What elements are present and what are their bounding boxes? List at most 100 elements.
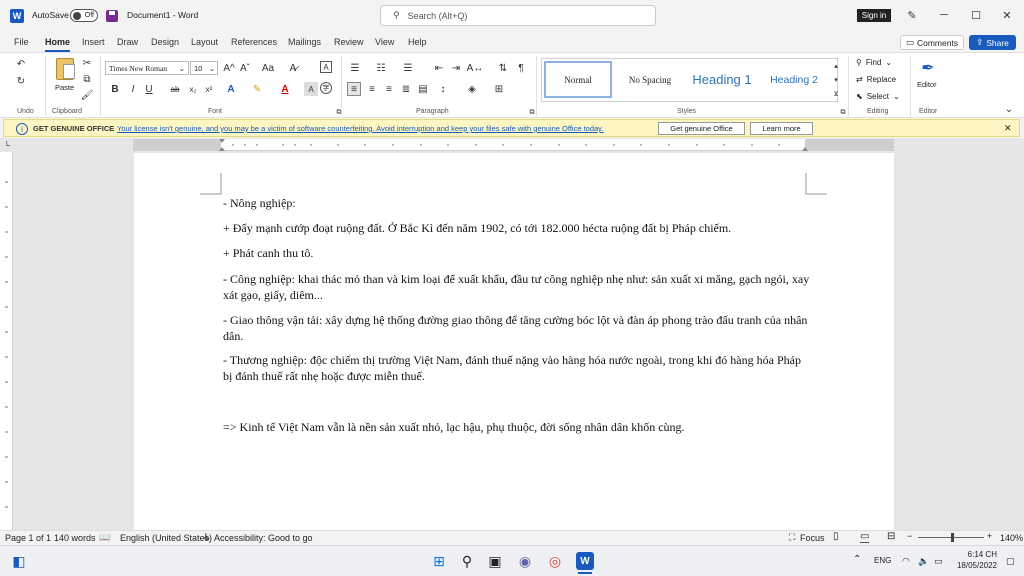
language-status[interactable]: English (United States) <box>120 533 212 543</box>
chevron-up-icon[interactable]: ⌃ <box>853 554 861 565</box>
widgets-icon[interactable]: ◧ <box>10 552 28 570</box>
tab-selector-icon[interactable]: └ <box>4 141 10 150</box>
find-button[interactable]: ⚲ Find ⌄ <box>856 58 892 67</box>
zoom-slider-thumb[interactable] <box>951 533 954 542</box>
copy-icon[interactable]: ⧉ <box>80 72 94 86</box>
asian-layout-icon[interactable]: A↔ <box>467 61 484 75</box>
word-count[interactable]: 140 words <box>54 533 96 543</box>
styles-scroll-down-icon[interactable]: ▾ <box>829 73 843 87</box>
minimize-icon[interactable]: ─ <box>937 8 951 22</box>
notification-icon[interactable]: ▢ <box>1006 556 1015 567</box>
vertical-ruler[interactable] <box>0 152 13 530</box>
highlight-icon[interactable]: ✎ <box>250 82 264 96</box>
wifi-icon[interactable]: ◠ <box>902 556 910 567</box>
teams-chat-icon[interactable]: ◉ <box>516 552 534 570</box>
search-taskbar-icon[interactable]: ⚲ <box>458 552 476 570</box>
line-spacing-icon[interactable]: ↕ <box>436 82 450 96</box>
tab-view[interactable]: View <box>375 37 394 47</box>
editor-icon[interactable]: ✒ <box>918 58 938 78</box>
document-paragraph[interactable]: - Thương nghiệp: độc chiếm thị trường Vi… <box>223 352 813 384</box>
battery-icon[interactable]: ▭ <box>934 556 943 567</box>
clear-formatting-icon[interactable]: A̷ <box>286 61 300 75</box>
change-case-icon[interactable]: Aa <box>258 61 278 75</box>
font-color-icon[interactable]: A <box>278 82 292 96</box>
accessibility-status[interactable]: Accessibility: Good to go <box>214 533 313 543</box>
format-painter-icon[interactable]: 🖌 <box>80 88 94 102</box>
redo-icon[interactable]: ↻ <box>14 74 28 88</box>
shading-bucket-icon[interactable]: ◈ <box>465 82 479 96</box>
text-effects-icon[interactable]: A <box>224 82 238 96</box>
paste-icon[interactable] <box>56 58 75 80</box>
collapse-ribbon-icon[interactable]: ⌄ <box>1002 102 1016 116</box>
maximize-icon[interactable]: ☐ <box>969 8 983 22</box>
subscript-button[interactable]: x₂ <box>186 82 200 96</box>
superscript-button[interactable]: x² <box>202 82 216 96</box>
style-no-spacing[interactable]: No Spacing <box>616 61 684 98</box>
input-language[interactable]: ENG <box>874 556 891 565</box>
undo-icon[interactable]: ↶ <box>14 57 28 71</box>
document-paragraph[interactable]: + Đẩy mạnh cướp đoạt ruộng đất. Ở Bắc Kì… <box>223 220 813 236</box>
comments-button[interactable]: ▭ Comments <box>900 35 964 50</box>
styles-more-icon[interactable]: ⊻ <box>829 87 843 101</box>
close-icon[interactable]: ✕ <box>1000 8 1014 22</box>
grow-font-icon[interactable]: A^ <box>222 61 236 75</box>
underline-button[interactable]: U <box>142 82 156 96</box>
task-view-icon[interactable]: ▣ <box>486 552 504 570</box>
start-icon[interactable]: ⊞ <box>430 552 448 570</box>
editor-button-label[interactable]: Editor <box>917 80 937 89</box>
chrome-icon[interactable]: ◎ <box>546 552 564 570</box>
multilevel-list-icon[interactable]: ☰ <box>401 61 415 75</box>
read-mode-icon[interactable]: ▯ <box>833 531 839 542</box>
enclose-character-icon[interactable]: 字 <box>320 82 332 94</box>
web-layout-icon[interactable]: ⊟ <box>887 531 895 542</box>
style-heading-1[interactable]: Heading 1 <box>686 61 758 98</box>
tab-draw[interactable]: Draw <box>117 37 138 47</box>
sign-in-button[interactable]: Sign in <box>857 9 891 22</box>
tab-help[interactable]: Help <box>408 37 427 47</box>
pen-icon[interactable]: ✎ <box>905 8 919 22</box>
font-dialog-launcher-icon[interactable]: ⧉ <box>332 106 346 120</box>
align-right-icon[interactable]: ≡ <box>382 82 396 96</box>
tab-file[interactable]: File <box>14 37 29 47</box>
document-paragraph[interactable]: - Giao thông vận tải: xây dựng hệ thống … <box>223 312 813 344</box>
font-name-select[interactable]: Times New Roman ⌄ <box>105 61 189 75</box>
justify-icon[interactable]: ≣ <box>399 82 413 96</box>
zoom-out-icon[interactable]: − <box>907 531 912 541</box>
decrease-indent-icon[interactable]: ⇤ <box>432 61 446 75</box>
tab-references[interactable]: References <box>231 37 277 47</box>
document-paragraph[interactable]: + Phát canh thu tô. <box>223 245 813 261</box>
tab-design[interactable]: Design <box>151 37 179 47</box>
zoom-level[interactable]: 140% <box>1000 533 1023 543</box>
share-button[interactable]: ⇪ Share <box>969 35 1016 50</box>
tab-home[interactable]: Home <box>45 37 71 52</box>
zoom-in-icon[interactable]: + <box>987 531 992 541</box>
strikethrough-button[interactable]: ab <box>168 82 182 96</box>
document-paragraph[interactable]: - Nông nghiệp: <box>223 195 813 211</box>
replace-button[interactable]: ⇄ Replace <box>856 75 896 84</box>
document-paragraph[interactable]: => Kinh tế Việt Nam vẫn là nền sản xuất … <box>223 419 813 435</box>
increase-indent-icon[interactable]: ⇥ <box>449 61 463 75</box>
distributed-icon[interactable]: ▤ <box>416 82 430 96</box>
banner-message-link[interactable]: Your license isn't genuine, and you may … <box>117 124 603 133</box>
clock[interactable]: 6:14 CH 18/05/2022 <box>953 549 997 571</box>
font-size-select[interactable]: 10 ⌄ <box>190 61 218 75</box>
tab-insert[interactable]: Insert <box>82 37 105 47</box>
tab-review[interactable]: Review <box>334 37 364 47</box>
style-heading-2[interactable]: Heading 2 <box>760 61 828 98</box>
align-left-icon[interactable]: ≡ <box>347 82 361 96</box>
style-normal[interactable]: Normal <box>544 61 612 98</box>
tab-mailings[interactable]: Mailings <box>288 37 321 47</box>
tab-layout[interactable]: Layout <box>191 37 218 47</box>
document-paragraph[interactable]: - Công nghiệp: khai thác mỏ than và kim … <box>223 271 813 303</box>
shrink-font-icon[interactable]: Aˇ <box>238 61 252 75</box>
bold-button[interactable]: B <box>108 82 122 96</box>
search-input[interactable]: ⚲ Search (Alt+Q) <box>380 5 656 26</box>
text-effects-box-icon[interactable]: A <box>320 61 332 73</box>
horizontal-ruler[interactable] <box>133 139 894 151</box>
select-button[interactable]: ⬉ Select ⌄ <box>856 92 900 101</box>
styles-scroll-up-icon[interactable]: ▴ <box>829 59 843 73</box>
print-layout-icon[interactable]: ▭ <box>860 531 870 543</box>
italic-button[interactable]: I <box>126 82 140 96</box>
get-genuine-office-button[interactable]: Get genuine Office <box>658 122 745 135</box>
paste-label[interactable]: Paste <box>55 83 74 92</box>
